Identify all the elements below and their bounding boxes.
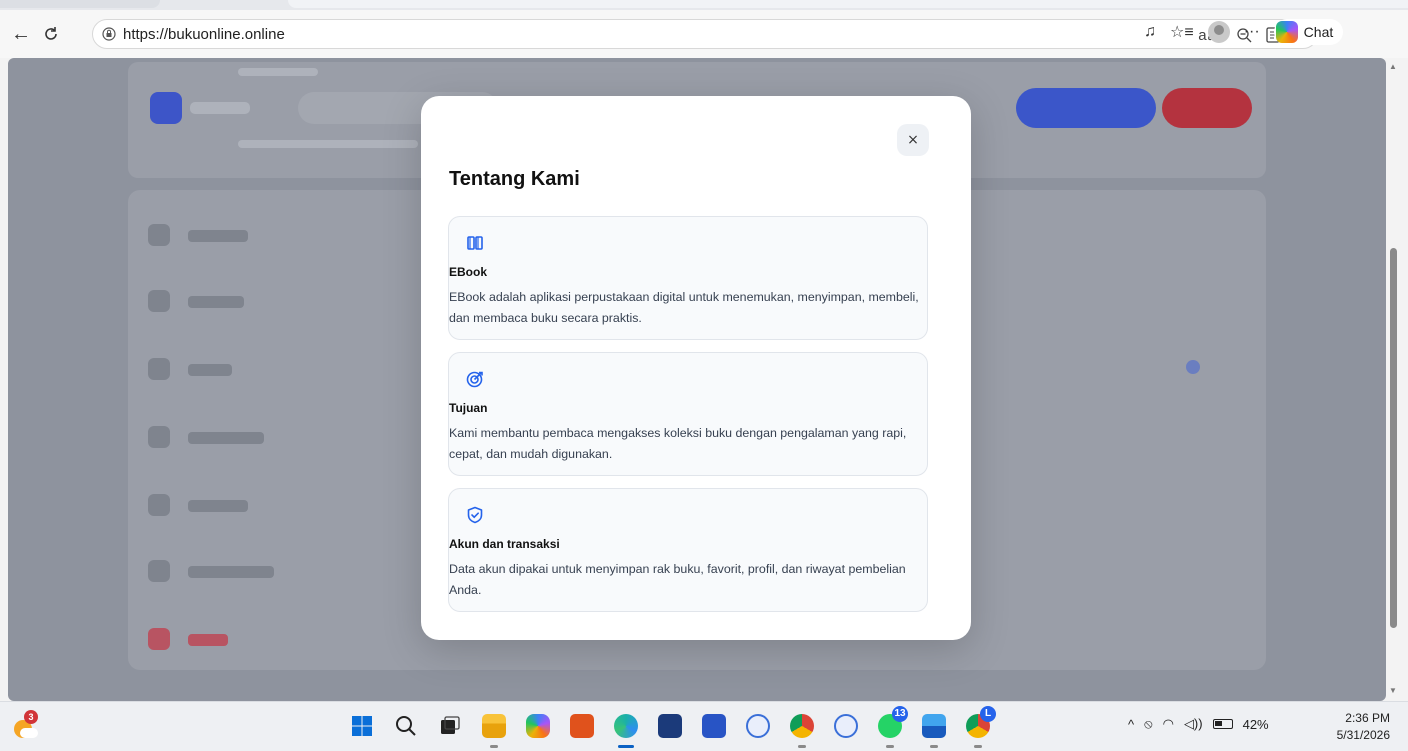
info-card-tujuan: Tujuan Kami membantu pembaca mengakses k… — [448, 352, 928, 476]
a-app-icon — [834, 714, 858, 738]
store-app-button[interactable] — [654, 710, 686, 742]
taskbar-search-button[interactable] — [390, 710, 422, 742]
copilot-chat-button[interactable]: Chat — [1273, 19, 1344, 45]
edge-icon — [614, 714, 638, 738]
battery-icon[interactable] — [1212, 719, 1233, 729]
refresh-button[interactable] — [36, 19, 66, 49]
app-button-blue[interactable] — [698, 710, 730, 742]
folder-icon — [482, 714, 506, 738]
search-icon — [396, 716, 416, 736]
more-menu-icon[interactable]: ··· — [1244, 23, 1260, 41]
app-button-a-2[interactable] — [830, 710, 862, 742]
weather-widget[interactable]: 3 — [10, 710, 38, 740]
whatsapp-badge: 13 — [892, 706, 908, 722]
clock[interactable]: 2:36 PM 5/31/2026 — [1320, 710, 1390, 744]
active-tab[interactable] — [288, 0, 1408, 8]
system-tray: ^ ⦸ ◠ ◁)) 42% — [1128, 716, 1269, 732]
tab-strip — [0, 0, 1408, 10]
arrow-left-icon: ← — [11, 22, 31, 45]
background-top-text — [238, 68, 318, 76]
lock-icon — [102, 27, 116, 41]
card-description: EBook adalah aplikasi perpustakaan digit… — [449, 290, 919, 325]
a-app-icon — [746, 714, 770, 738]
toolbar-right: ♫ ☆≡ ··· Chat — [1144, 19, 1344, 45]
close-button[interactable]: × — [897, 124, 929, 156]
battery-percent: 42% — [1242, 716, 1269, 732]
clock-time: 2:36 PM — [1345, 711, 1390, 725]
chrome-button[interactable] — [786, 710, 818, 748]
file-explorer-button[interactable] — [478, 710, 510, 748]
background-subtitle-text — [238, 140, 418, 148]
profile-avatar[interactable] — [1207, 21, 1230, 43]
taskbar-apps: 13 L — [346, 706, 996, 748]
store-icon — [658, 714, 682, 738]
word-button[interactable] — [918, 710, 950, 748]
copilot-taskbar-button[interactable] — [522, 710, 554, 742]
app-button-a[interactable] — [742, 710, 774, 742]
background-blue-button — [1016, 88, 1156, 128]
background-brand-text — [190, 102, 250, 114]
info-card-akun: Akun dan transaksi Data akun dipakai unt… — [448, 488, 928, 612]
blue-app-icon — [702, 714, 726, 738]
scroll-up-icon[interactable]: ▲ — [1389, 62, 1397, 71]
chrome-icon — [790, 714, 814, 738]
word-icon — [922, 714, 946, 738]
card-title: Tujuan — [449, 401, 488, 415]
chat-label: Chat — [1303, 24, 1334, 40]
clock-date: 5/31/2026 — [1336, 728, 1390, 742]
chevron-up-icon[interactable]: ^ — [1128, 717, 1134, 732]
chrome-profile-button[interactable]: L — [962, 706, 996, 748]
modal-title: Tentang Kami — [449, 168, 580, 190]
copilot-app-icon — [526, 714, 550, 738]
back-button[interactable]: ← — [6, 19, 36, 49]
weather-badge: 3 — [24, 710, 38, 724]
books-icon — [467, 236, 483, 250]
taskbar: 3 13 L ^ ⦸ ◠ ◁)) 42% 2:36 PM 5/31/2026 — [0, 701, 1408, 751]
card-description: Kami membantu pembaca mengakses koleksi … — [449, 426, 907, 461]
office-app-button[interactable] — [566, 710, 598, 742]
volume-icon[interactable]: ◁)) — [1184, 716, 1203, 732]
edge-browser-button[interactable] — [610, 710, 642, 748]
card-title: Akun dan transaksi — [449, 537, 560, 551]
background-badge — [1186, 360, 1200, 374]
address-bar[interactable]: https://bukuonline.online aあ ☆ — [92, 19, 1318, 49]
background-red-button — [1162, 88, 1252, 128]
profile-badge: L — [980, 706, 996, 722]
target-icon — [466, 371, 483, 388]
office-icon — [570, 714, 594, 738]
inactive-tab[interactable] — [0, 0, 160, 8]
card-title: EBook — [449, 265, 488, 279]
start-button[interactable] — [346, 710, 378, 742]
cloud-icon — [20, 728, 38, 738]
site-info-button[interactable] — [95, 27, 123, 41]
task-view-icon — [441, 716, 460, 734]
windows-logo-icon — [352, 716, 372, 736]
close-icon: × — [907, 132, 919, 148]
copilot-icon — [1275, 21, 1298, 43]
whatsapp-button[interactable]: 13 — [874, 706, 908, 748]
music-extension-icon[interactable]: ♫ — [1144, 23, 1156, 41]
url-text[interactable]: https://bukuonline.online — [123, 26, 285, 43]
shield-check-icon — [467, 506, 483, 524]
about-modal: × Tentang Kami EBook EBook adalah aplika… — [421, 96, 971, 640]
scrollbar-thumb[interactable] — [1390, 248, 1397, 628]
wifi-icon[interactable]: ◠ — [1163, 716, 1174, 732]
task-view-button[interactable] — [434, 710, 466, 742]
card-description: Data akun dipakai untuk menyimpan rak bu… — [449, 562, 906, 597]
page-scrollbar[interactable]: ▲ ▼ — [1386, 58, 1400, 701]
background-logo — [150, 92, 182, 124]
location-icon[interactable]: ⦸ — [1144, 716, 1152, 732]
browser-toolbar: ← https://bukuonline.online aあ ☆ ♫ ☆≡ ··… — [0, 10, 1408, 58]
info-card-ebook: EBook EBook adalah aplikasi perpustakaan… — [448, 216, 928, 340]
scroll-down-icon[interactable]: ▼ — [1389, 686, 1397, 695]
favorites-icon[interactable]: ☆≡ — [1170, 22, 1194, 42]
refresh-icon — [45, 27, 57, 40]
